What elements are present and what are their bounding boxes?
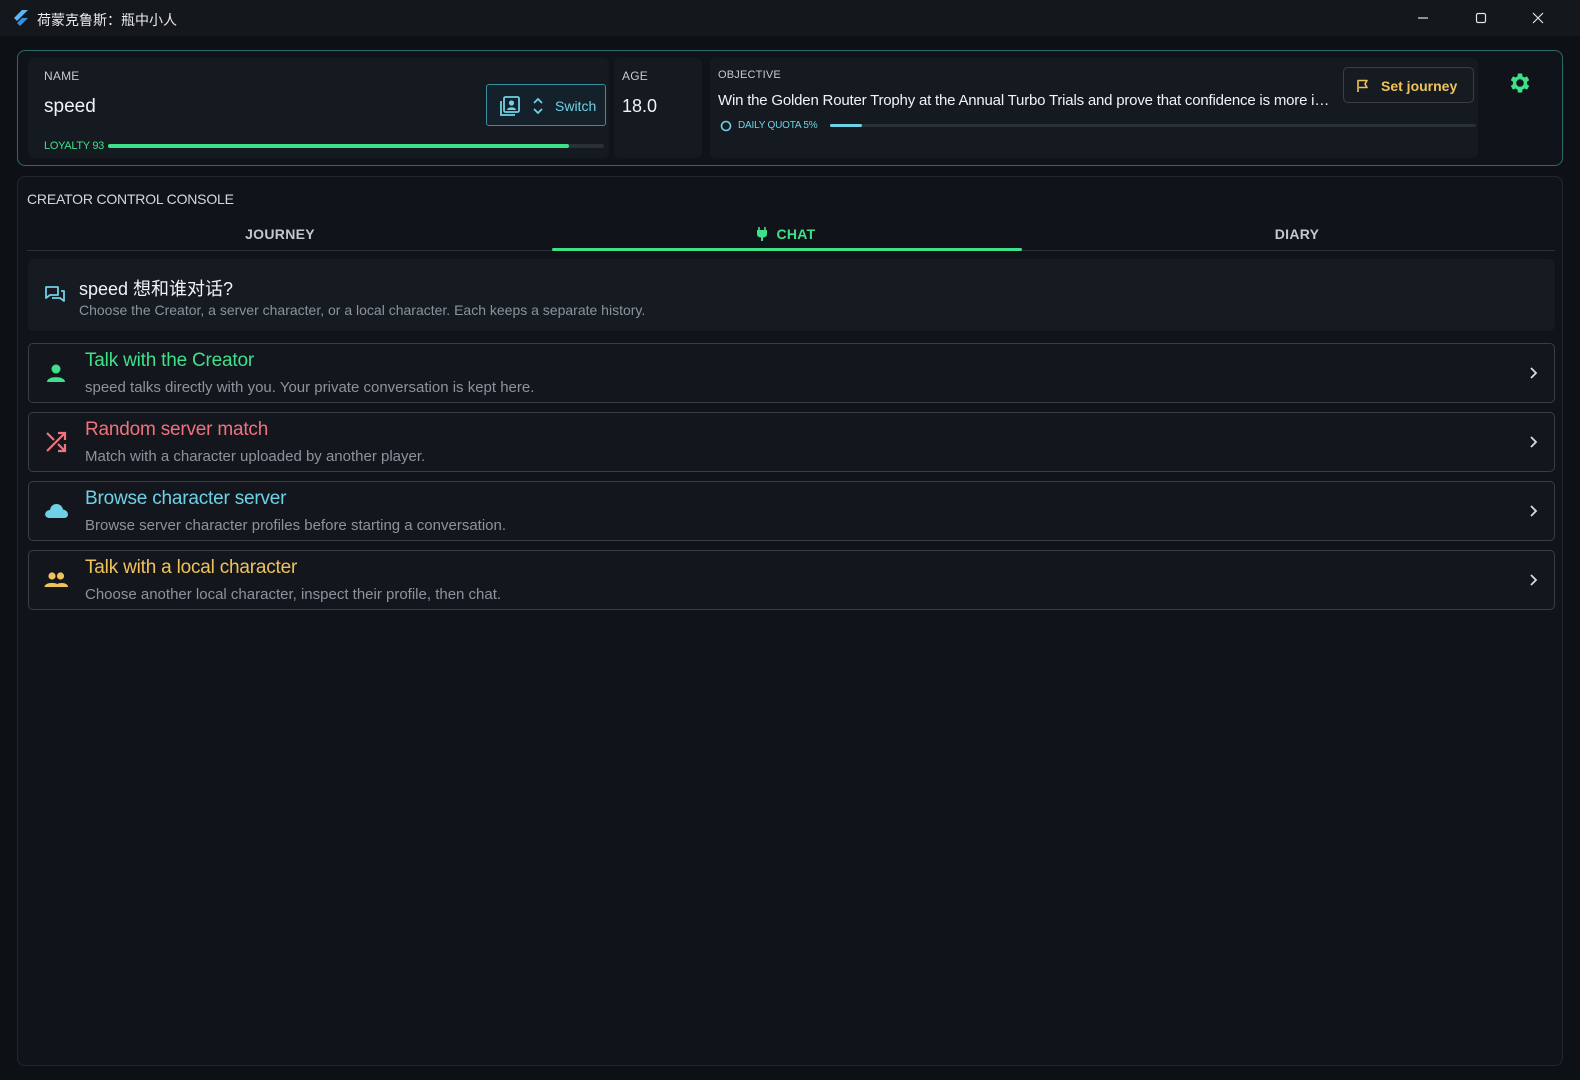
switch-label: Switch <box>555 98 597 114</box>
age-value: 18.0 <box>622 96 658 116</box>
unfold-icon <box>533 97 543 115</box>
random-server-match-option[interactable]: Random server match Match with a charact… <box>28 412 1555 472</box>
name-label: NAME <box>44 69 80 83</box>
option-description: speed talks directly with you. Your priv… <box>85 379 535 396</box>
option-title: Browse character server <box>85 488 287 509</box>
chevron-right-icon <box>1530 436 1538 448</box>
flag-icon <box>1357 79 1368 92</box>
daily-quota-label: DAILY QUOTA 5% <box>738 120 818 131</box>
loyalty-bar-fill <box>108 144 570 148</box>
switch-character-button[interactable]: Switch <box>486 84 606 126</box>
chat-intro-subtitle: Choose the Creator, a server character, … <box>79 302 646 318</box>
set-journey-label: Set journey <box>1381 78 1458 94</box>
objective-card: OBJECTIVE Win the Golden Router Trophy a… <box>710 58 1478 158</box>
set-journey-button[interactable]: Set journey <box>1343 67 1474 103</box>
shuffle-icon <box>46 431 67 453</box>
minimize-icon <box>1417 17 1428 19</box>
option-description: Match with a character uploaded by anoth… <box>85 448 426 465</box>
progress-ring-icon <box>720 120 732 132</box>
console-title: CREATOR CONTROL CONSOLE <box>27 191 234 207</box>
chevron-right-icon <box>1530 574 1538 586</box>
option-title: Talk with a local character <box>85 557 298 578</box>
close-icon <box>1532 12 1543 24</box>
maximize-button[interactable] <box>1452 0 1509 36</box>
plug-icon <box>757 227 768 241</box>
daily-quota-bar <box>830 124 1476 127</box>
objective-text: Win the Golden Router Trophy at the Annu… <box>718 92 1334 109</box>
loyalty-label: LOYALTY 93 <box>44 140 104 152</box>
creator-console: CREATOR CONTROL CONSOLE JOURNEY CHAT DIA… <box>17 176 1563 1066</box>
contact-card-icon <box>500 96 520 116</box>
tab-chat-label: CHAT <box>776 226 816 242</box>
tab-diary[interactable]: DIARY <box>1039 217 1555 251</box>
age-label: AGE <box>622 69 648 83</box>
chevron-right-icon <box>1530 505 1538 517</box>
active-tab-indicator <box>552 248 1022 251</box>
gear-icon <box>1510 73 1530 93</box>
tab-chat[interactable]: CHAT <box>533 217 1039 251</box>
chat-intro: speed 想和谁对话? Choose the Creator, a serve… <box>28 259 1555 331</box>
name-card: NAME speed Switch LOYALTY 93 <box>28 58 609 158</box>
chat-bubbles-icon <box>45 286 65 302</box>
option-title: Random server match <box>85 419 269 440</box>
tab-journey-label: JOURNEY <box>245 226 315 242</box>
age-card: AGE 18.0 <box>614 58 702 158</box>
option-description: Choose another local character, inspect … <box>85 586 502 603</box>
app-logo-icon <box>14 10 28 26</box>
settings-button[interactable] <box>1495 58 1545 108</box>
people-icon <box>44 572 68 587</box>
option-title: Talk with the Creator <box>85 350 254 371</box>
browse-character-server-option[interactable]: Browse character server Browse server ch… <box>28 481 1555 541</box>
loyalty-bar <box>108 144 604 148</box>
title-bar: 荷蒙克鲁斯：瓶中小人 <box>0 0 1580 36</box>
window-title: 荷蒙克鲁斯：瓶中小人 <box>37 12 177 28</box>
cloud-icon <box>45 504 68 518</box>
minimize-button[interactable] <box>1394 0 1451 36</box>
chevron-right-icon <box>1530 367 1538 379</box>
tab-bar: JOURNEY CHAT DIARY <box>27 217 1555 251</box>
character-header: NAME speed Switch LOYALTY 93 AGE 18.0 OB… <box>17 50 1563 166</box>
option-description: Browse server character profiles before … <box>85 517 507 534</box>
talk-with-local-character-option[interactable]: Talk with a local character Choose anoth… <box>28 550 1555 610</box>
tab-journey[interactable]: JOURNEY <box>27 217 533 251</box>
objective-label: OBJECTIVE <box>718 69 781 81</box>
character-name: speed <box>44 96 96 117</box>
close-button[interactable] <box>1509 0 1566 36</box>
maximize-icon <box>1475 12 1486 24</box>
tab-diary-label: DIARY <box>1274 226 1320 242</box>
talk-with-creator-option[interactable]: Talk with the Creator speed talks direct… <box>28 343 1555 403</box>
daily-quota-bar-fill <box>830 124 863 127</box>
chat-intro-title: speed 想和谁对话? <box>79 279 234 299</box>
person-icon <box>47 364 65 382</box>
